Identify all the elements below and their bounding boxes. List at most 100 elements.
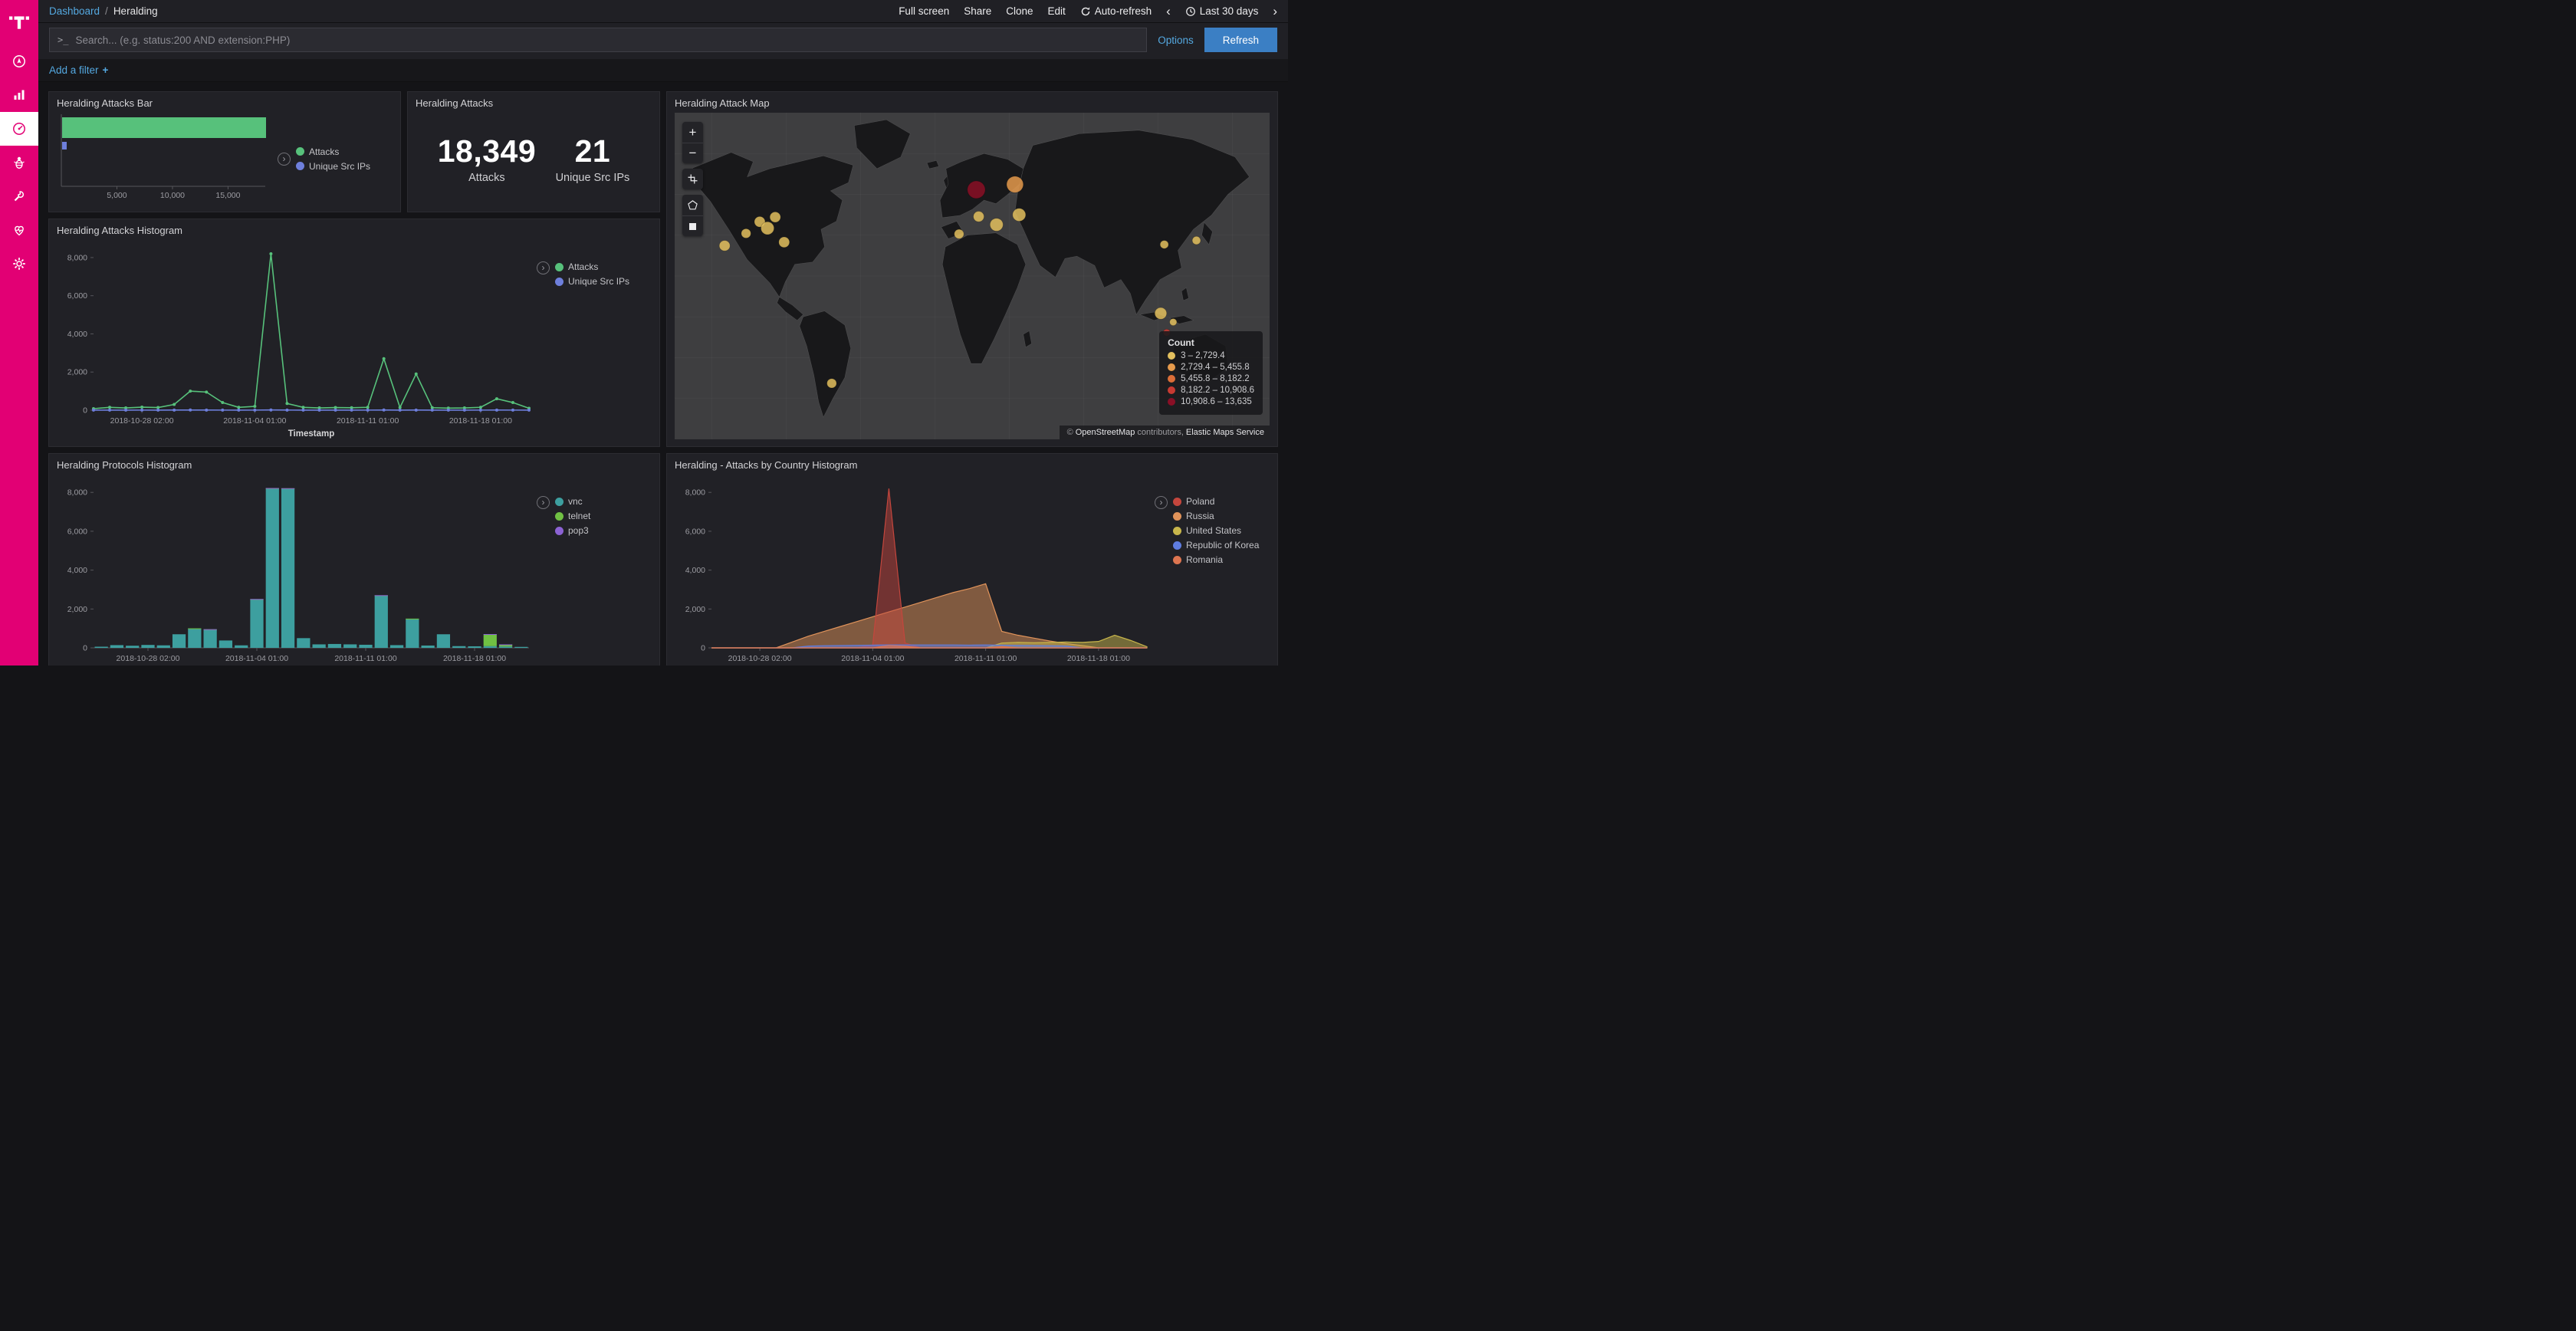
area-series[interactable] bbox=[711, 583, 1147, 648]
bar-Attacks[interactable] bbox=[62, 117, 266, 138]
sidebar-item-dashboard[interactable] bbox=[0, 112, 38, 146]
data-point[interactable] bbox=[527, 409, 531, 412]
data-point[interactable] bbox=[415, 373, 418, 376]
data-point[interactable] bbox=[189, 409, 192, 412]
map-marker[interactable] bbox=[827, 379, 836, 388]
plus-icon[interactable]: + bbox=[103, 64, 109, 76]
map-marker[interactable] bbox=[1160, 241, 1168, 249]
bar-segment[interactable] bbox=[297, 638, 310, 648]
legend-item[interactable]: Poland bbox=[1173, 496, 1259, 507]
sidebar-item-management[interactable] bbox=[0, 247, 38, 281]
breadcrumb-dashboard-link[interactable]: Dashboard bbox=[49, 5, 100, 17]
data-point[interactable] bbox=[415, 409, 418, 412]
bar-segment[interactable] bbox=[281, 488, 294, 489]
clone-button[interactable]: Clone bbox=[1006, 5, 1033, 17]
data-point[interactable] bbox=[221, 401, 224, 404]
bar-segment[interactable] bbox=[375, 595, 388, 596]
map-marker[interactable] bbox=[990, 219, 1003, 232]
legend-toggle-icon[interactable]: › bbox=[278, 153, 291, 166]
legend-item[interactable]: telnet bbox=[555, 511, 590, 521]
bar-segment[interactable] bbox=[235, 646, 248, 648]
data-point[interactable] bbox=[463, 409, 466, 412]
bar-segment[interactable] bbox=[499, 644, 512, 645]
bar-segment[interactable] bbox=[468, 646, 481, 648]
bar-segment[interactable] bbox=[343, 644, 356, 648]
map-marker[interactable] bbox=[968, 181, 985, 199]
data-point[interactable] bbox=[237, 406, 240, 409]
map-marker[interactable] bbox=[719, 241, 730, 251]
bar-segment[interactable] bbox=[406, 619, 419, 648]
legend-item[interactable]: Republic of Korea bbox=[1173, 540, 1259, 550]
legend-item[interactable]: Attacks bbox=[555, 261, 629, 272]
data-point[interactable] bbox=[366, 409, 370, 412]
bar-segment[interactable] bbox=[484, 635, 497, 646]
data-point[interactable] bbox=[495, 409, 498, 412]
bar-segment[interactable] bbox=[484, 646, 497, 648]
data-point[interactable] bbox=[172, 409, 176, 412]
bar-segment[interactable] bbox=[126, 646, 139, 648]
bar-segment[interactable] bbox=[95, 646, 108, 648]
data-point[interactable] bbox=[189, 389, 192, 393]
data-point[interactable] bbox=[479, 406, 482, 409]
openstreetmap-link[interactable]: OpenStreetMap bbox=[1076, 428, 1135, 437]
data-point[interactable] bbox=[479, 409, 482, 412]
data-point[interactable] bbox=[205, 390, 208, 393]
data-point[interactable] bbox=[205, 409, 208, 412]
data-point[interactable] bbox=[253, 409, 256, 412]
data-point[interactable] bbox=[431, 409, 434, 412]
legend-item[interactable]: Russia bbox=[1173, 511, 1259, 521]
legend-item[interactable]: Unique Src IPs bbox=[296, 161, 370, 172]
bar-segment[interactable] bbox=[266, 488, 279, 648]
bar-segment[interactable] bbox=[266, 488, 279, 489]
bar-segment[interactable] bbox=[188, 629, 201, 648]
sidebar-item-monitoring[interactable] bbox=[0, 213, 38, 247]
data-point[interactable] bbox=[495, 397, 498, 400]
zoom-out-button[interactable]: − bbox=[682, 143, 703, 163]
bar-segment[interactable] bbox=[375, 596, 388, 648]
full-screen-button[interactable]: Full screen bbox=[899, 5, 949, 17]
add-filter-link[interactable]: Add a filter bbox=[49, 64, 99, 76]
map-marker[interactable] bbox=[955, 229, 964, 238]
refresh-button[interactable]: Refresh bbox=[1204, 28, 1277, 52]
search-input[interactable] bbox=[75, 35, 1138, 46]
bar-segment[interactable] bbox=[499, 646, 512, 648]
bar-Unique Src IPs[interactable] bbox=[62, 142, 67, 150]
data-point[interactable] bbox=[237, 409, 240, 412]
data-point[interactable] bbox=[124, 409, 127, 412]
sidebar-item-devtools[interactable] bbox=[0, 179, 38, 213]
bar-segment[interactable] bbox=[313, 644, 326, 648]
map-marker[interactable] bbox=[770, 212, 780, 222]
data-point[interactable] bbox=[366, 406, 370, 409]
data-point[interactable] bbox=[285, 402, 288, 405]
auto-refresh-button[interactable]: Auto-refresh bbox=[1080, 5, 1152, 17]
edit-button[interactable]: Edit bbox=[1048, 5, 1066, 17]
legend-item[interactable]: pop3 bbox=[555, 525, 590, 536]
bar-segment[interactable] bbox=[422, 646, 435, 648]
data-point[interactable] bbox=[156, 409, 159, 412]
data-point[interactable] bbox=[108, 409, 111, 412]
bar-segment[interactable] bbox=[204, 629, 217, 648]
share-button[interactable]: Share bbox=[964, 5, 991, 17]
bar-segment[interactable] bbox=[250, 600, 263, 648]
data-point[interactable] bbox=[511, 401, 514, 404]
data-point[interactable] bbox=[383, 357, 386, 360]
legend-item[interactable]: Romania bbox=[1173, 554, 1259, 565]
data-point[interactable] bbox=[334, 409, 337, 412]
legend-item[interactable]: Attacks bbox=[296, 146, 370, 157]
map-marker[interactable] bbox=[974, 212, 984, 222]
data-point[interactable] bbox=[253, 405, 256, 408]
draw-rectangle-button[interactable] bbox=[682, 215, 703, 236]
map-marker[interactable] bbox=[1007, 176, 1024, 192]
data-point[interactable] bbox=[140, 409, 143, 412]
legend-toggle-icon[interactable]: › bbox=[1155, 496, 1168, 509]
time-range-button[interactable]: Last 30 days bbox=[1185, 5, 1259, 17]
data-point[interactable] bbox=[447, 409, 450, 412]
bar-segment[interactable] bbox=[514, 647, 527, 648]
elastic-maps-link[interactable]: Elastic Maps Service bbox=[1186, 428, 1264, 437]
bar-segment[interactable] bbox=[328, 644, 341, 648]
data-point[interactable] bbox=[301, 409, 304, 412]
bar-segment[interactable] bbox=[110, 645, 123, 648]
map-marker[interactable] bbox=[779, 237, 790, 248]
draw-polygon-button[interactable] bbox=[682, 195, 703, 215]
map-marker[interactable] bbox=[1192, 236, 1201, 245]
